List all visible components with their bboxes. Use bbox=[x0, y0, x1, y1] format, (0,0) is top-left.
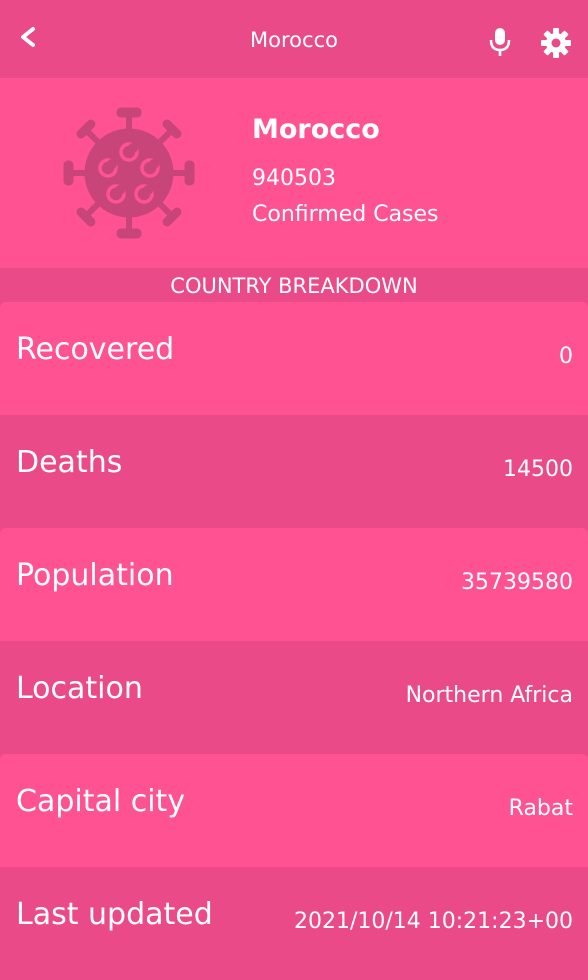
breakdown-label: Last updated bbox=[16, 897, 213, 932]
breakdown-value: 35739580 bbox=[461, 570, 573, 595]
microphone-icon bbox=[486, 28, 514, 62]
breakdown-label: Location bbox=[16, 671, 143, 706]
breakdown-label: Deaths bbox=[16, 445, 123, 480]
breakdown-row-deaths: Deaths 14500 bbox=[0, 415, 588, 528]
breakdown-value: Northern Africa bbox=[405, 683, 573, 708]
breakdown-value: Rabat bbox=[508, 796, 573, 821]
breakdown-label: Recovered bbox=[16, 332, 175, 367]
voice-search-button[interactable] bbox=[486, 26, 514, 58]
back-button[interactable] bbox=[14, 24, 44, 54]
country-summary-card: Morocco 940503 Confirmed Cases bbox=[0, 78, 588, 268]
breakdown-row-last-updated: Last updated 2021/10/14 10:21:23+00 bbox=[0, 867, 588, 980]
breakdown-row-population: Population 35739580 bbox=[0, 528, 588, 641]
chevron-left-icon bbox=[17, 25, 41, 53]
breakdown-value: 2021/10/14 10:21:23+00 bbox=[293, 909, 573, 934]
virus-icon bbox=[62, 106, 196, 240]
confirmed-cases-label: Confirmed Cases bbox=[252, 202, 439, 227]
breakdown-list: Recovered 0 Deaths 14500 Population 3573… bbox=[0, 302, 588, 980]
breakdown-label: Population bbox=[16, 558, 174, 593]
settings-button[interactable] bbox=[540, 27, 572, 59]
top-app-bar: Morocco bbox=[0, 0, 588, 78]
breakdown-row-recovered: Recovered 0 bbox=[0, 302, 588, 415]
breakdown-row-location: Location Northern Africa bbox=[0, 641, 588, 754]
confirmed-cases-count: 940503 bbox=[252, 166, 336, 191]
country-name: Morocco bbox=[252, 114, 380, 145]
breakdown-value: 0 bbox=[559, 344, 573, 369]
breakdown-label: Capital city bbox=[16, 784, 186, 819]
breakdown-value: 14500 bbox=[503, 457, 573, 482]
section-title: COUNTRY BREAKDOWN bbox=[0, 268, 588, 302]
breakdown-row-capital-city: Capital city Rabat bbox=[0, 754, 588, 867]
gear-icon bbox=[540, 28, 572, 63]
